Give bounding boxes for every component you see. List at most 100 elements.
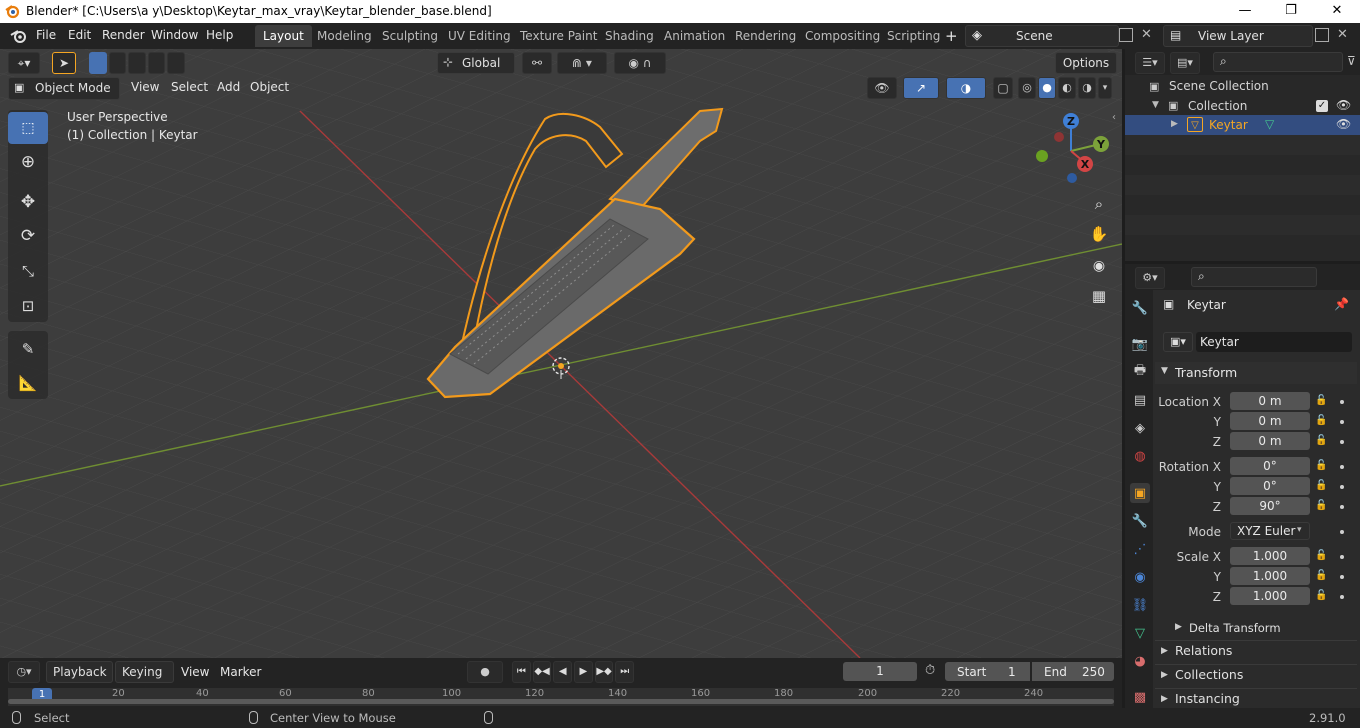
select-tool-indicator[interactable]: ➤ (52, 52, 76, 74)
tab-sculpting[interactable]: Sculpting (374, 25, 446, 47)
outliner-search-input[interactable]: ⌕ (1213, 52, 1343, 72)
collections-panel-header[interactable]: Collections (1175, 667, 1243, 682)
options-dropdown[interactable]: Options (1055, 52, 1117, 74)
keyframe-dot-icon[interactable] (1340, 485, 1344, 489)
filter-icon[interactable]: ⊽ (1347, 54, 1356, 68)
navigation-gizmo[interactable]: Z Y X (1028, 111, 1113, 191)
delta-transform-subpanel[interactable]: Delta Transform (1189, 621, 1281, 635)
wireframe-shading-icon[interactable]: ◎ (1018, 77, 1036, 99)
select-subtract-icon[interactable] (128, 52, 146, 74)
keying-dropdown[interactable]: Keying (115, 661, 174, 683)
viewport-menu-object[interactable]: Object (250, 80, 289, 94)
end-frame-field[interactable]: End 250 (1032, 662, 1114, 681)
rendered-shading-icon[interactable]: ◑ (1078, 77, 1096, 99)
view-layer-selector[interactable]: ▤ View Layer (1163, 25, 1313, 47)
lock-icon[interactable]: 🔓 (1315, 395, 1327, 407)
keytar-visibility-eye-icon[interactable]: 👁 (1336, 117, 1351, 131)
tab-texture-paint[interactable]: Texture Paint (512, 25, 605, 47)
orthographic-grid-icon[interactable]: ▦ (1086, 283, 1112, 309)
pivot-point-icon[interactable]: ⚯ (522, 52, 552, 74)
keyframe-dot-icon[interactable] (1340, 555, 1344, 559)
outliner-item-keytar[interactable]: Keytar (1209, 118, 1248, 132)
tab-layout[interactable]: Layout (255, 25, 312, 47)
collection-include-checkbox[interactable]: ✓ (1316, 100, 1328, 112)
collection-visibility-eye-icon[interactable]: 👁 (1336, 98, 1351, 112)
select-intersect-icon[interactable] (167, 52, 185, 74)
lock-icon[interactable]: 🔓 (1315, 550, 1327, 562)
gizmo-z-axis[interactable]: Z (1063, 113, 1079, 129)
object-mode-dropdown[interactable]: ▣ Object Mode (8, 77, 120, 100)
jump-to-keyframe-forward-icon[interactable]: ▶◆ (594, 661, 614, 683)
output-tab-icon[interactable]: 🖶 (1130, 362, 1150, 382)
keyframe-dot-icon[interactable] (1340, 505, 1344, 509)
transform-tool-icon[interactable]: ⊡ (8, 290, 48, 322)
rotation-mode-dropdown[interactable]: XYZ Euler ▾ (1230, 522, 1310, 540)
texture-tab-icon[interactable]: ▩ (1130, 687, 1150, 707)
transform-orientation-dropdown[interactable]: ⊹ Global (437, 52, 515, 74)
properties-editor-icon[interactable]: ⚙▾ (1135, 267, 1165, 289)
stopwatch-icon[interactable]: ⏱ (925, 663, 935, 678)
tab-shading[interactable]: Shading (597, 25, 662, 47)
overlays-toggle-icon[interactable]: ◑ (946, 77, 986, 99)
play-reverse-icon[interactable]: ◀ (553, 661, 573, 683)
tab-scripting[interactable]: Scripting (879, 25, 948, 47)
close-button[interactable]: ✕ (1314, 0, 1360, 23)
keyframe-dot-icon[interactable] (1340, 595, 1344, 599)
menu-render[interactable]: Render (102, 28, 145, 42)
remove-view-layer-icon[interactable]: ✕ (1337, 27, 1348, 42)
tab-animation[interactable]: Animation (656, 25, 733, 47)
expand-keytar-icon[interactable]: ▶ (1171, 119, 1178, 129)
measure-tool-icon[interactable]: 📐 (8, 367, 48, 399)
visibility-icon[interactable]: 👁 (867, 77, 897, 99)
rotation-x-field[interactable]: 0° (1230, 457, 1310, 475)
tab-compositing[interactable]: Compositing (797, 25, 888, 47)
keyframe-dot-icon[interactable] (1340, 575, 1344, 579)
select-box-tool-icon[interactable]: ⬚ (8, 112, 48, 144)
lock-icon[interactable]: 🔓 (1315, 500, 1327, 512)
menu-window[interactable]: Window (151, 28, 198, 42)
pan-hand-icon[interactable]: ✋ (1086, 221, 1112, 247)
tab-uv-editing[interactable]: UV Editing (440, 25, 519, 47)
play-icon[interactable]: ▶ (574, 661, 593, 683)
camera-view-icon[interactable]: ◉ (1086, 253, 1112, 279)
location-x-field[interactable]: 0 m (1230, 392, 1310, 410)
gizmo-y-axis[interactable]: Y (1093, 136, 1109, 152)
render-tab-icon[interactable]: 📷 (1130, 334, 1150, 354)
remove-scene-icon[interactable]: ✕ (1141, 27, 1152, 42)
gizmos-toggle-icon[interactable]: ↗ (903, 77, 939, 99)
snapping-icon[interactable]: ⋒ ▾ (557, 52, 607, 74)
keyframe-dot-icon[interactable] (1340, 420, 1344, 424)
instancing-panel-header[interactable]: Instancing (1175, 691, 1240, 706)
keyframe-dot-icon[interactable] (1340, 400, 1344, 404)
add-workspace-button[interactable]: + (945, 27, 958, 45)
cursor-tool-icon[interactable]: ⊕ (8, 146, 48, 178)
keyframe-dot-icon[interactable] (1340, 465, 1344, 469)
current-frame-field[interactable]: 1 (843, 662, 917, 681)
minimize-button[interactable]: — (1222, 0, 1268, 23)
keyframe-dot-icon[interactable] (1340, 440, 1344, 444)
relations-panel-header[interactable]: Relations (1175, 643, 1232, 658)
location-z-field[interactable]: 0 m (1230, 432, 1310, 450)
timeline-menu-marker[interactable]: Marker (220, 665, 261, 679)
viewport-menu-add[interactable]: Add (217, 80, 240, 94)
playback-dropdown[interactable]: Playback (46, 661, 113, 683)
lock-icon[interactable]: 🔓 (1315, 415, 1327, 427)
properties-search-input[interactable]: ⌕ (1191, 267, 1317, 287)
proportional-editing-icon[interactable]: ◉ ∩ (614, 52, 666, 74)
new-scene-icon[interactable] (1119, 28, 1133, 42)
scale-tool-icon[interactable]: ⤡ (8, 255, 48, 287)
collapse-collection-icon[interactable]: ▼ (1152, 100, 1159, 110)
select-new-icon[interactable] (89, 52, 107, 74)
tab-rendering[interactable]: Rendering (727, 25, 804, 47)
maximize-button[interactable]: ❐ (1268, 0, 1314, 23)
display-mode-icon[interactable]: ▤▾ (1170, 52, 1200, 74)
menu-file[interactable]: File (36, 28, 56, 42)
rotate-tool-icon[interactable]: ⟳ (8, 220, 48, 252)
rotation-y-field[interactable]: 0° (1230, 477, 1310, 495)
outliner-editor-icon[interactable]: ☰▾ (1135, 52, 1165, 74)
material-tab-icon[interactable]: ◕ (1130, 651, 1150, 671)
lock-icon[interactable]: 🔓 (1315, 570, 1327, 582)
viewport-menu-select[interactable]: Select (171, 80, 208, 94)
jump-to-end-icon[interactable]: ⏭ (615, 661, 635, 683)
blender-menu-icon[interactable] (10, 28, 27, 44)
